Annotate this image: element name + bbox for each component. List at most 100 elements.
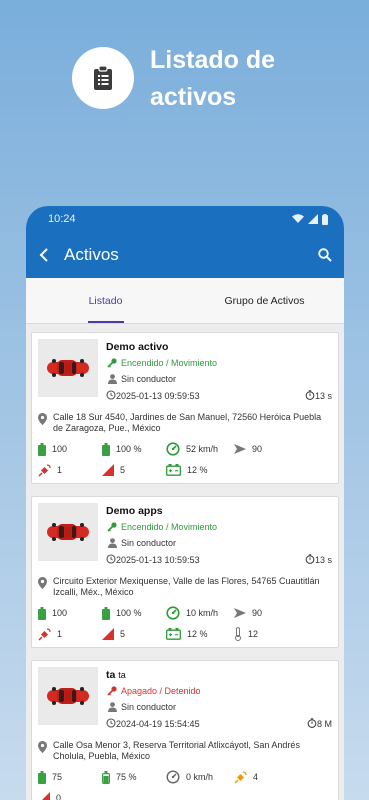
metric-item: 5 (102, 627, 166, 641)
asset-card[interactable]: ta ta Apagado / Detenido Sin conductor 2… (31, 660, 339, 800)
metric-item: 4 (234, 770, 294, 784)
metric-item: 100 % (102, 442, 166, 456)
battery-partial-icon (102, 770, 110, 784)
metric-item: 0 (38, 791, 102, 800)
metric-value: 75 % (116, 772, 137, 782)
car-battery-icon (166, 464, 181, 476)
asset-address: Calle Osa Menor 3, Reserva Territorial A… (53, 740, 300, 761)
history-clock-icon (106, 718, 116, 728)
signal-icon (308, 214, 318, 224)
metric-value: 1 (57, 629, 63, 639)
metric-value: 100 % (116, 444, 142, 454)
location-pin-icon (38, 413, 47, 425)
history-clock-icon (106, 390, 116, 400)
location-pin-icon (38, 577, 47, 589)
metric-item: 12 (234, 627, 294, 641)
speedometer-icon (166, 442, 180, 456)
person-icon (107, 538, 117, 548)
satellite-icon (234, 770, 247, 784)
red-car-icon (47, 523, 89, 541)
asset-state: Encendido / Movimiento (121, 522, 218, 532)
promo-title: Listado de activos (150, 46, 276, 111)
heading-arrow-icon (234, 608, 246, 618)
metric-item: 52 km/h (166, 442, 234, 456)
satellite-icon (38, 627, 51, 641)
metric-item: 90 (234, 442, 294, 456)
asset-name-suffix: ta (118, 670, 126, 680)
key-icon (107, 522, 117, 532)
asset-name: Demo activo (106, 341, 169, 353)
asset-elapsed: 8 M (316, 719, 332, 729)
back-arrow-icon[interactable] (38, 248, 50, 262)
search-icon[interactable] (318, 248, 332, 262)
metric-value: 52 km/h (186, 444, 219, 454)
metric-value: 0 km/h (186, 772, 214, 782)
battery-icon (322, 213, 328, 225)
metric-item: 12 % (166, 627, 234, 641)
metric-item: 1 (38, 463, 102, 477)
heading-arrow-icon (234, 444, 246, 454)
battery-green-icon (38, 442, 46, 456)
metric-value: 10 km/h (186, 608, 219, 618)
asset-name: Demo apps (106, 505, 163, 517)
phone-frame: 10:24 Activos Listado Grupo de Activos D… (26, 206, 344, 800)
history-clock-icon (106, 554, 116, 564)
asset-driver: Sin conductor (121, 374, 177, 384)
timer-icon (307, 718, 317, 728)
metric-value: 100 (52, 444, 68, 454)
satellite-icon (38, 463, 51, 477)
key-icon (107, 686, 117, 696)
asset-card[interactable]: Demo apps Encendido / Movimiento Sin con… (31, 496, 339, 648)
promo-icon-circle (72, 47, 134, 109)
vehicle-thumbnail (38, 667, 98, 725)
metric-item: 1 (38, 627, 102, 641)
asset-metrics: 75 75 % 0 km/h 4 0 (38, 770, 332, 800)
speedometer-icon (166, 606, 180, 620)
wifi-icon (292, 214, 304, 223)
metric-item: 100 % (102, 606, 166, 620)
app-bar: Activos (26, 232, 344, 278)
metric-value: 100 % (116, 608, 142, 618)
battery-full-icon (102, 606, 110, 620)
metric-item: 12 % (166, 463, 234, 477)
metric-value: 5 (120, 629, 126, 639)
metric-value: 12 (248, 629, 259, 639)
tab-bar: Listado Grupo de Activos (26, 278, 344, 324)
metric-value: 12 % (187, 465, 208, 475)
metric-value: 90 (252, 608, 263, 618)
timer-icon (305, 554, 315, 564)
asset-list: Demo activo Encendido / Movimiento Sin c… (26, 324, 344, 800)
metric-item: 100 (38, 442, 102, 456)
signal-strength-icon (102, 628, 114, 640)
asset-elapsed: 13 s (314, 555, 332, 565)
asset-state: Encendido / Movimiento (121, 358, 218, 368)
metric-value: 1 (57, 465, 63, 475)
metric-item: 5 (102, 463, 166, 477)
tab-grupo-de-activos[interactable]: Grupo de Activos (185, 278, 344, 323)
metric-item: 90 (234, 606, 294, 620)
battery-green-icon (38, 606, 46, 620)
metric-item: 75 % (102, 770, 166, 784)
asset-driver: Sin conductor (121, 702, 177, 712)
metric-value: 12 % (187, 629, 208, 639)
asset-datetime: 2025-01-13 10:59:53 (116, 555, 200, 565)
page-title: Activos (64, 245, 119, 264)
status-time: 10:24 (48, 213, 76, 225)
status-bar: 10:24 (26, 206, 344, 232)
metric-item: 100 (38, 606, 102, 620)
red-car-icon (47, 687, 89, 705)
asset-name: ta (106, 669, 116, 681)
asset-metrics: 100 100 % 52 km/h 90 1 5 12 % (38, 442, 332, 477)
vehicle-thumbnail (38, 339, 98, 397)
metric-item: 75 (38, 770, 102, 784)
asset-state: Apagado / Detenido (121, 686, 201, 696)
timer-icon (305, 390, 315, 400)
metric-value: 0 (56, 793, 62, 800)
asset-card[interactable]: Demo activo Encendido / Movimiento Sin c… (31, 332, 339, 484)
location-pin-icon (38, 741, 47, 753)
asset-address: Calle 18 Sur 4540, Jardines de San Manue… (53, 412, 322, 433)
tab-listado[interactable]: Listado (26, 278, 185, 323)
person-icon (107, 702, 117, 712)
asset-driver: Sin conductor (121, 538, 177, 548)
metric-item: 10 km/h (166, 606, 234, 620)
